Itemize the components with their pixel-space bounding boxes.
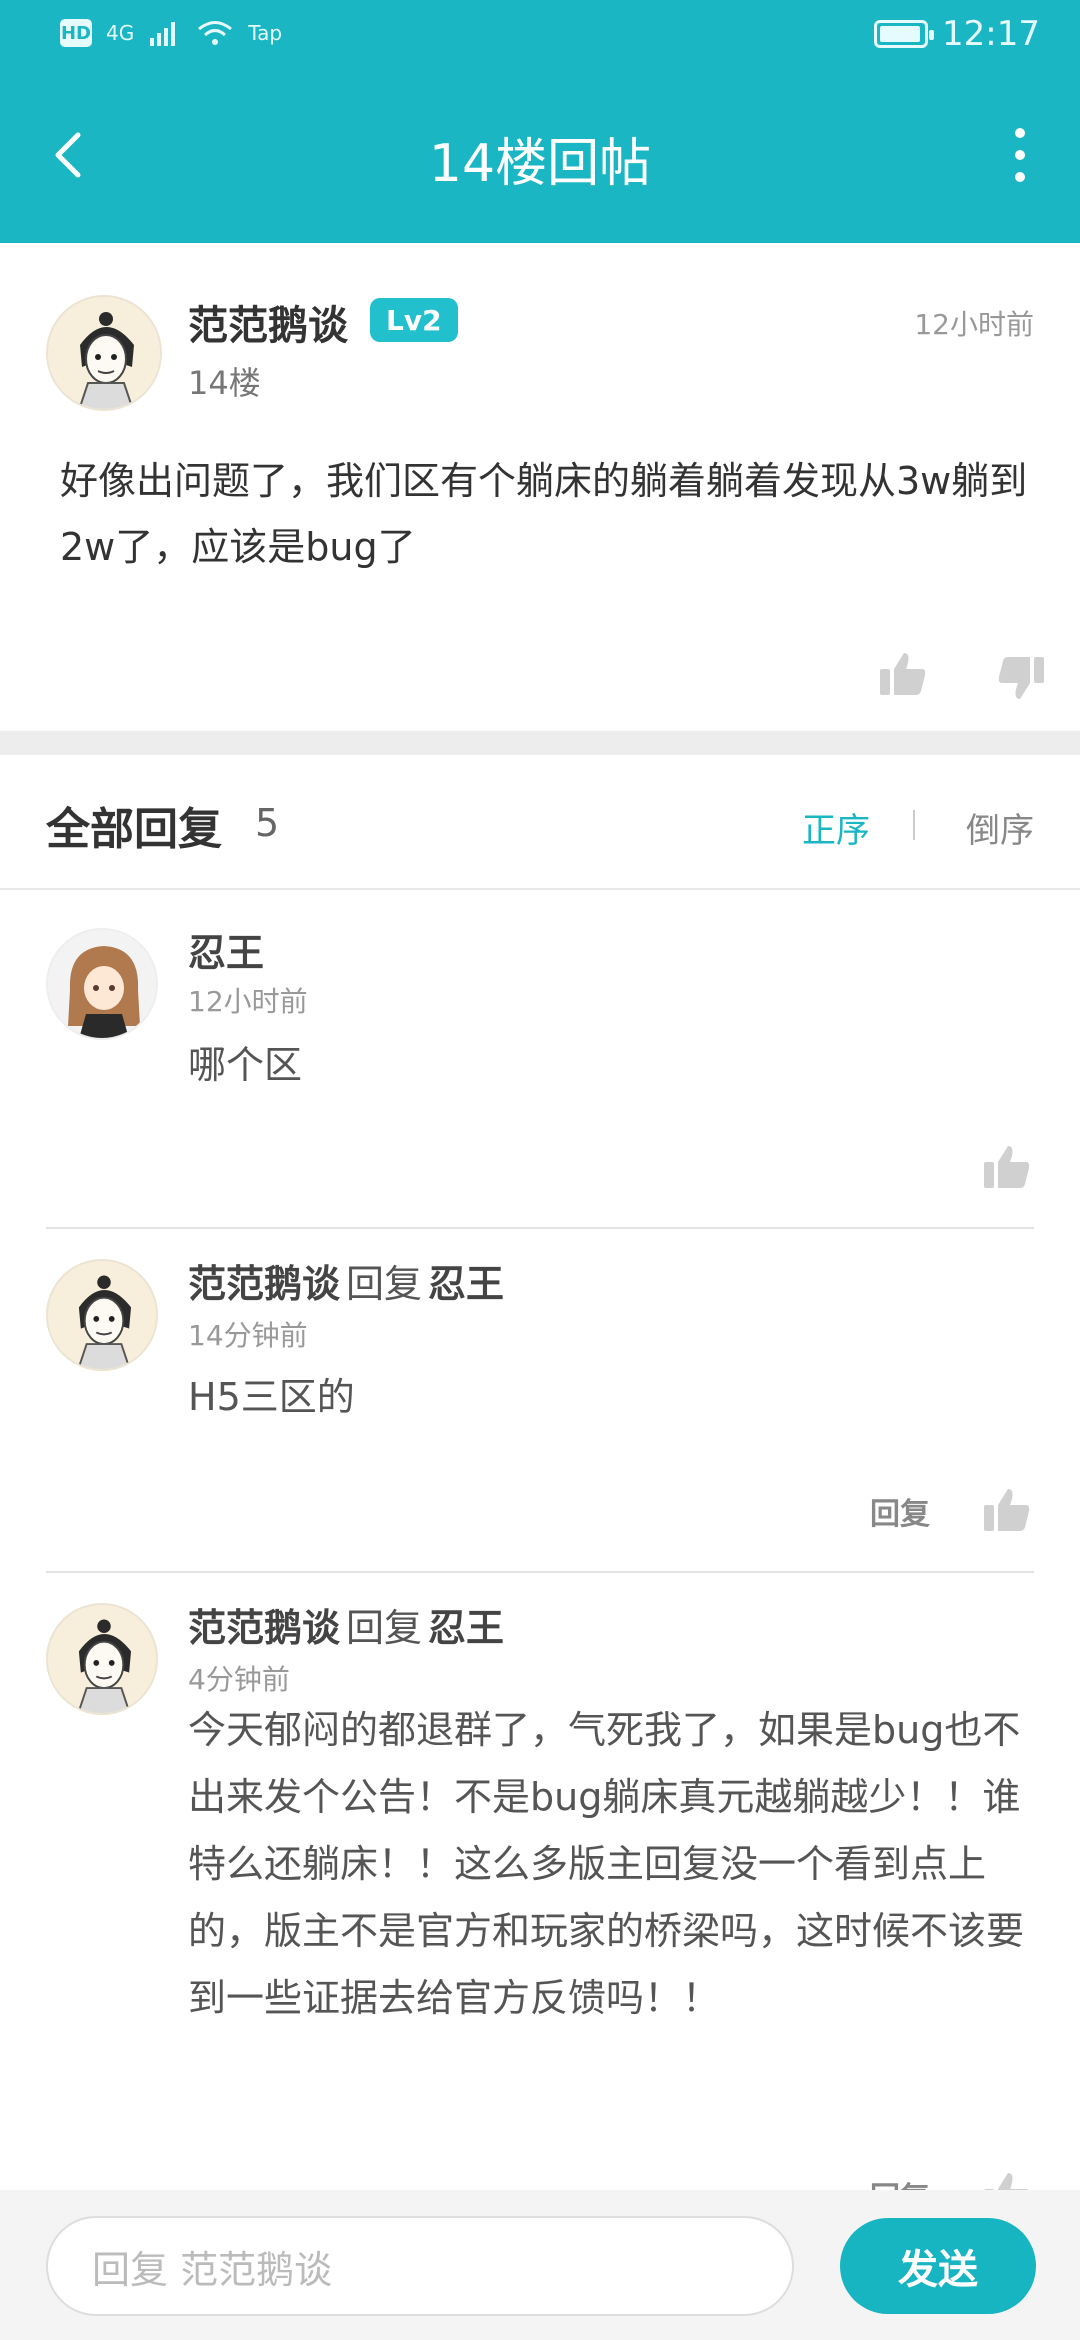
avatar-illustration (48, 297, 160, 409)
reply-text: 哪个区 (188, 1043, 303, 1087)
signal-icon (150, 22, 176, 46)
tap-indicator: Tap (248, 21, 283, 45)
reply-time: 4分钟前 (188, 1663, 290, 1696)
clock: 12:17 (942, 14, 1040, 54)
replies-header: 全部回复 5 正序 倒序 (0, 755, 1080, 890)
reply-text: 今天郁闷的都退群了，气死我了，如果是bug也不出来发个公告！不是bug躺床真元越… (188, 1708, 1025, 2020)
post-author[interactable]: 范范鹅谈 (188, 293, 348, 351)
avatar[interactable] (46, 295, 162, 411)
thumbs-down-icon[interactable] (996, 653, 1048, 705)
level-badge: Lv2 (370, 298, 458, 342)
floor-number: 14楼 (188, 364, 261, 402)
reply-item: 范范鹅谈 回复 忍王 14分钟前 H5三区的 回复 (0, 1229, 1080, 1571)
reply-author[interactable]: 忍王 (188, 922, 264, 977)
reply-input[interactable]: 回复 范范鹅谈 (46, 2216, 794, 2316)
reply-time: 12小时前 (188, 985, 308, 1018)
reply-time: 14分钟前 (188, 1319, 308, 1352)
reply-button[interactable]: 回复 (870, 1489, 930, 1533)
thumbs-up-icon[interactable] (980, 1483, 1032, 1535)
hd-indicator: HD (60, 19, 92, 47)
thumbs-up-icon[interactable] (980, 1140, 1032, 1192)
thumbs-up-icon[interactable] (980, 2167, 1032, 2190)
avatar[interactable] (46, 928, 158, 1040)
main-post: 范范鹅谈 Lv2 14楼 12小时前 好像出问题了，我们区有个躺床的躺着躺着发现… (0, 243, 1080, 731)
reply-text: H5三区的 (188, 1375, 355, 1419)
avatar-illustration (48, 930, 156, 1038)
battery-icon (874, 20, 935, 48)
page-title: 14楼回帖 (428, 134, 652, 194)
sort-separator (913, 810, 915, 840)
app-header: 14楼回帖 (0, 75, 1080, 243)
reply-item: 范范鹅谈 回复 忍王 4分钟前 今天郁闷的都退群了，气死我了，如果是bug也不出来发… (0, 1573, 1080, 2190)
reply-item: 忍王 12小时前 哪个区 (0, 892, 1080, 1227)
sort-descending-tab[interactable]: 倒序 (966, 803, 1034, 852)
replies-count: 5 (255, 801, 280, 845)
reply-button[interactable]: 回复 (870, 2173, 930, 2190)
sort-ascending-tab[interactable]: 正序 (802, 803, 870, 852)
avatar-illustration (48, 1261, 156, 1369)
status-bar: HD 4G Tap 12:17 (0, 0, 1080, 75)
network-type: 4G (106, 21, 135, 45)
post-content: 好像出问题了，我们区有个躺床的躺着躺着发现从3w躺到2w了，应该是bug了 (60, 459, 1028, 569)
reply-composer: 回复 范范鹅谈 发送 (0, 2190, 1080, 2340)
reply-author[interactable]: 范范鹅谈 回复 忍王 (188, 1597, 504, 1652)
section-divider (0, 731, 1080, 755)
post-time: 12小时前 (914, 308, 1034, 341)
avatar[interactable] (46, 1259, 158, 1371)
avatar-illustration (48, 1605, 156, 1713)
more-options-icon[interactable] (1000, 120, 1040, 190)
replies-title: 全部回复 (46, 804, 222, 855)
thumbs-up-icon[interactable] (876, 647, 928, 699)
send-button[interactable]: 发送 (840, 2218, 1036, 2314)
avatar[interactable] (46, 1603, 158, 1715)
reply-author[interactable]: 范范鹅谈 回复 忍王 (188, 1253, 504, 1308)
top-bar: HD 4G Tap 12:17 14楼回帖 (0, 0, 1080, 243)
wifi-icon (198, 21, 233, 45)
